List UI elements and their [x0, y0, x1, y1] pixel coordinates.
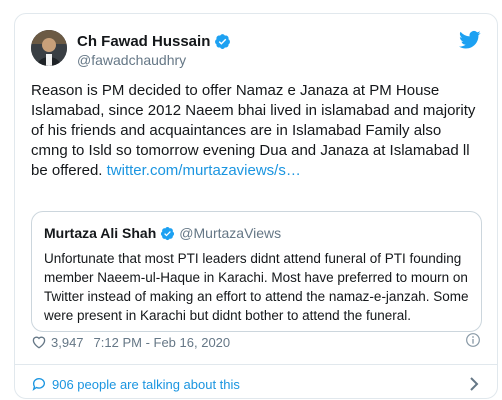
tweet-meta: 3,947 7:12 PM - Feb 16, 2020 [31, 332, 230, 352]
verified-badge-icon [215, 33, 231, 49]
timestamp[interactable]: 7:12 PM - Feb 16, 2020 [94, 335, 231, 350]
quoted-tweet-link[interactable]: twitter.com/murtazaviews/s… [107, 162, 301, 179]
tweet-header: Ch Fawad Hussain @fawadchaudhry [31, 30, 481, 70]
chevron-right-icon[interactable] [467, 376, 481, 392]
twitter-bird-icon[interactable] [459, 30, 481, 50]
quoted-author-name: Murtaza Ali Shah [44, 225, 157, 241]
like-count[interactable]: 3,947 [51, 335, 84, 350]
author-block[interactable]: Ch Fawad Hussain @fawadchaudhry [77, 31, 231, 68]
tweet-card: Ch Fawad Hussain @fawadchaudhry Reason i… [14, 13, 498, 399]
author-name[interactable]: Ch Fawad Hussain [77, 33, 210, 50]
quoted-author: Murtaza Ali Shah @MurtazaViews [44, 225, 281, 241]
avatar[interactable] [31, 30, 67, 66]
tweet-text: Reason is PM decided to offer Namaz e Ja… [31, 81, 479, 181]
author-handle[interactable]: @fawadchaudhry [77, 52, 231, 68]
verified-badge-icon [161, 226, 175, 240]
quoted-tweet-text: Unfortunate that most PTI leaders didnt … [44, 251, 469, 323]
quoted-author-handle: @MurtazaViews [179, 225, 282, 241]
divider [15, 364, 497, 365]
speech-bubble-icon [32, 378, 45, 391]
conversation-link[interactable]: 906 people are talking about this [31, 372, 481, 396]
talking-count[interactable]: 906 people are talking about this [52, 377, 240, 392]
info-icon[interactable] [465, 332, 481, 348]
heart-icon[interactable] [31, 334, 47, 350]
quoted-tweet[interactable]: Murtaza Ali Shah @MurtazaViews Unfortuna… [31, 211, 482, 332]
